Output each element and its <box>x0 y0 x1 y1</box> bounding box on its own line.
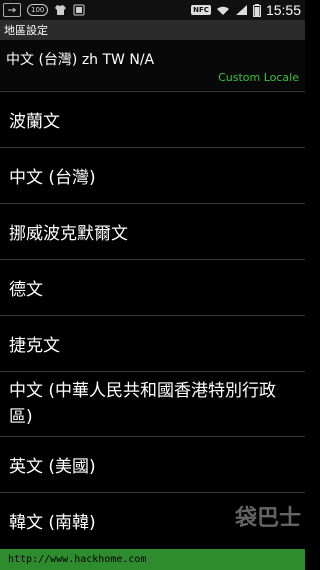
notification-badge: 100 <box>27 4 49 16</box>
current-locale: 中文 (台灣) zh TW N/A <box>6 52 155 68</box>
current-locale-header: 中文 (台灣) zh TW N/A Custom Locale <box>0 40 305 90</box>
nfc-icon: NFC <box>191 5 211 15</box>
page-title: 地區設定 <box>0 20 305 40</box>
signal-icon <box>235 4 248 16</box>
locale-item-czech[interactable]: 捷克文 <box>0 315 305 371</box>
custom-locale-button[interactable]: Custom Locale <box>218 71 299 84</box>
status-bar: 100 NFC 15:55 <box>0 0 305 20</box>
locale-item-english-us[interactable]: 英文 (美國) <box>0 436 305 492</box>
locale-item-norwegian-bokmal[interactable]: 挪威波克默爾文 <box>0 203 305 259</box>
locale-item-german[interactable]: 德文 <box>0 259 305 315</box>
battery-icon <box>252 3 261 17</box>
wifi-icon <box>216 5 230 16</box>
status-clock: 15:55 <box>265 2 301 18</box>
locale-item-polish[interactable]: 波蘭文 <box>0 91 305 147</box>
bottom-url-bar: http://www.hackhome.com <box>0 549 305 570</box>
locale-item-chinese-taiwan[interactable]: 中文 (台灣) <box>0 147 305 203</box>
shirt-icon <box>54 4 67 16</box>
locale-item-chinese-hongkong[interactable]: 中文 (中華人民共和國香港特別行政區) <box>0 371 305 436</box>
bottom-url: http://www.hackhome.com <box>8 554 147 565</box>
locale-list: 波蘭文 中文 (台灣) 挪威波克默爾文 德文 捷克文 中文 (中華人民共和國香港… <box>0 91 305 548</box>
phone-icon <box>73 4 85 16</box>
watermark-logo: 袋巴士 <box>234 506 301 531</box>
usb-icon <box>3 3 21 17</box>
